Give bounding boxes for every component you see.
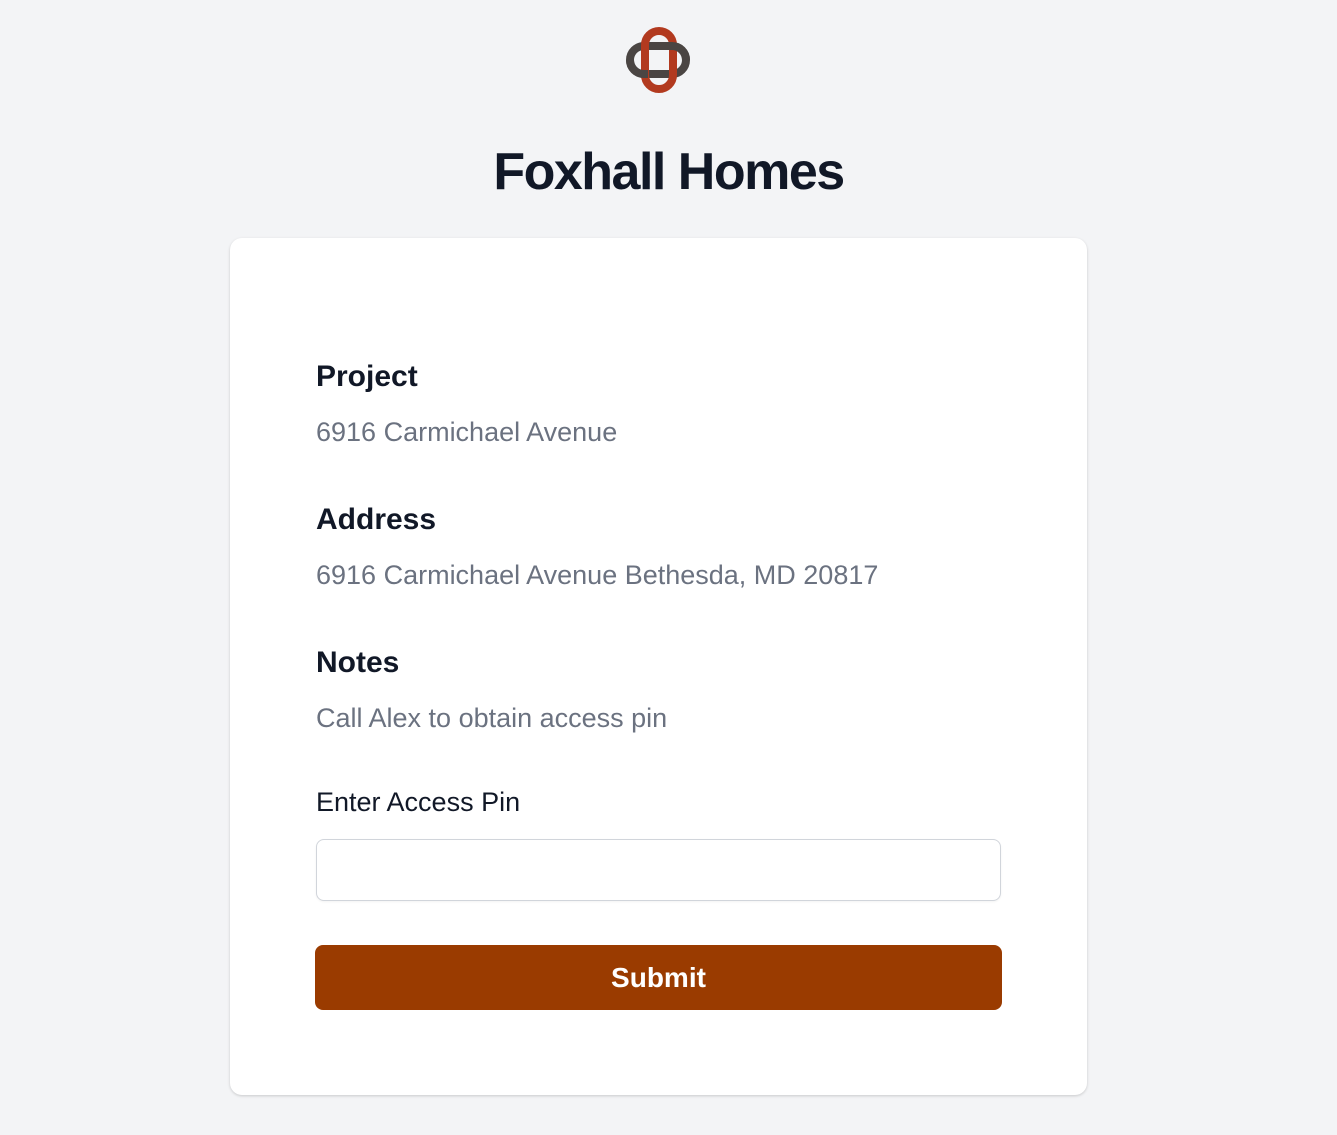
access-pin-label: Enter Access Pin <box>316 787 521 817</box>
project-value: 6916 Carmichael Avenue <box>316 417 618 447</box>
project-label: Project <box>316 360 418 393</box>
access-pin-input[interactable] <box>316 839 1001 901</box>
address-label: Address <box>316 503 437 536</box>
access-card: Project 6916 Carmichael Avenue Address 6… <box>230 238 1087 1095</box>
address-value: 6916 Carmichael Avenue Bethesda, MD 2081… <box>316 560 879 590</box>
foxhall-logo-icon <box>626 27 692 93</box>
notes-label: Notes <box>316 646 400 679</box>
notes-value: Call Alex to obtain access pin <box>316 703 668 733</box>
page-title: Foxhall Homes <box>493 143 845 201</box>
submit-button[interactable]: Submit <box>315 945 1002 1010</box>
